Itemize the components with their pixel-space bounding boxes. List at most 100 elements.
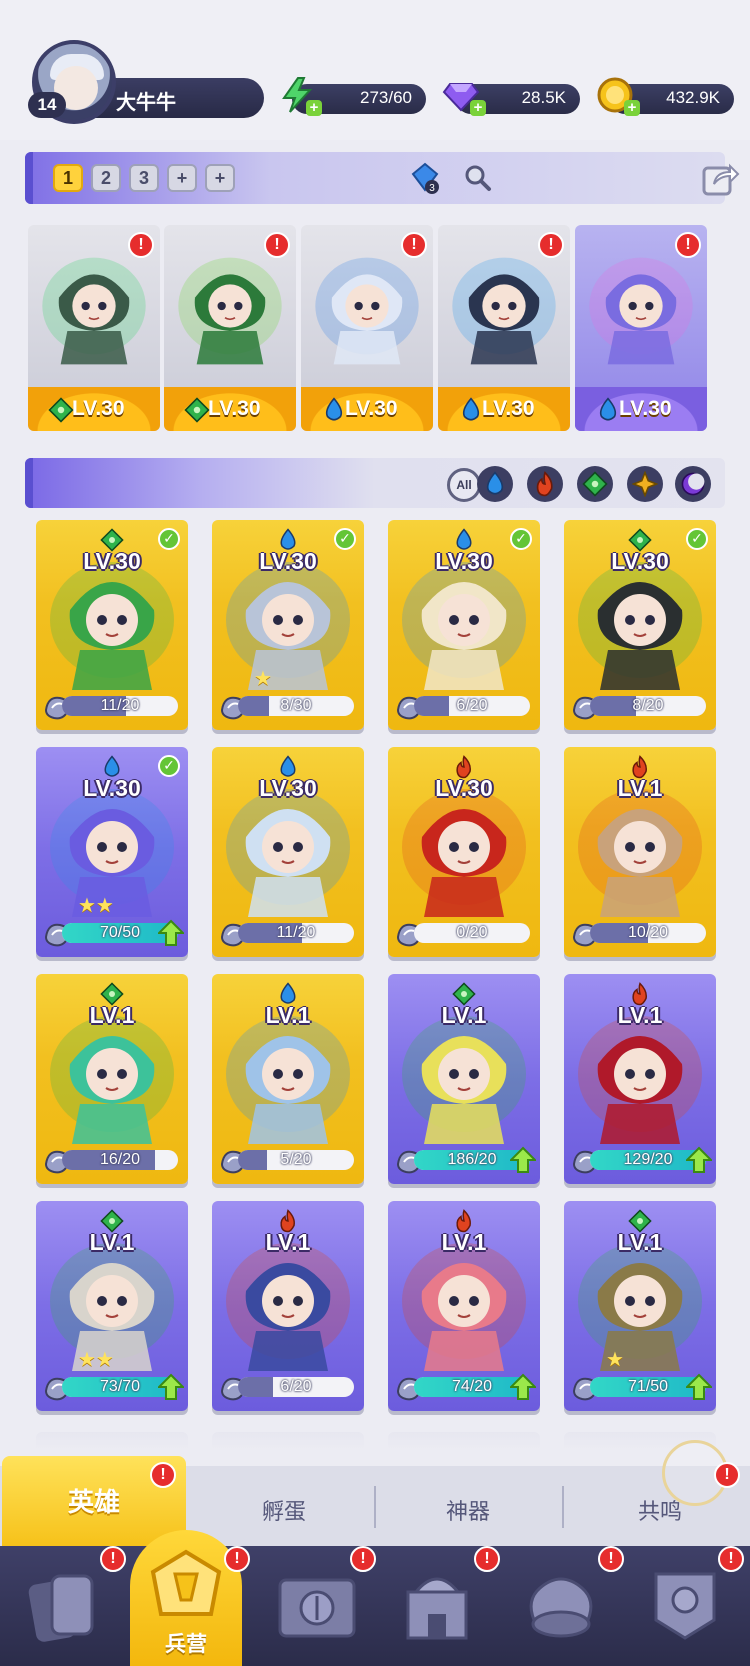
water-gem-icon[interactable]: 3: [410, 162, 440, 194]
hero-card[interactable]: LV.30 11/20: [212, 747, 364, 957]
hero-card[interactable]: LV.30 ✓ ★★ 70/50: [36, 747, 188, 957]
coins-add-button[interactable]: +: [624, 100, 640, 116]
hero-card[interactable]: LV.1 74/20: [388, 1201, 540, 1411]
hero-level: LV.1: [265, 1002, 311, 1028]
team-slot-alert-badge: !: [675, 232, 701, 258]
hero-card[interactable]: LV.1 186/20: [388, 974, 540, 1184]
hero-shard-progress: 10/20: [590, 923, 706, 943]
stamina-add-button[interactable]: +: [306, 100, 322, 116]
player-name-plate[interactable]: 大牛牛: [92, 78, 264, 118]
star-rating-icon: ★★: [78, 1347, 114, 1371]
upgrade-arrow-icon[interactable]: [510, 1146, 536, 1174]
star-rating-icon: ★: [254, 666, 272, 690]
filter-light-button[interactable]: [627, 466, 663, 502]
hero-card[interactable]: LV.1 6/20: [212, 1201, 364, 1411]
nav-barracks[interactable]: 兵营: [130, 1530, 242, 1666]
cards-icon[interactable]: [18, 1560, 108, 1650]
hero-card[interactable]: LV.1 5/20: [212, 974, 364, 1184]
filter-dark-button[interactable]: [675, 466, 711, 502]
next-row-hint: [36, 1432, 188, 1450]
team-slot-alert-badge: !: [264, 232, 290, 258]
hero-level: LV.30: [611, 548, 669, 574]
next-row-hint: [212, 1432, 364, 1450]
in-team-check-icon: ✓: [158, 755, 180, 777]
hero-level: LV.30: [83, 548, 141, 574]
team-level-bar: LV.30: [438, 387, 570, 431]
tab-hatch[interactable]: 孵蛋: [194, 1494, 374, 1526]
resonance-alert-badge: !: [714, 1462, 740, 1488]
team-tab-add[interactable]: +: [205, 164, 235, 192]
stamina-resource[interactable]: + 273/60: [282, 77, 426, 116]
upgrade-arrow-icon[interactable]: [686, 1146, 712, 1174]
hero-card[interactable]: LV.1 ★★ 73/70: [36, 1201, 188, 1411]
barracks-icon: [150, 1549, 222, 1616]
hero-shard-count: 8/20: [632, 697, 664, 714]
nav-map-alert-badge: !: [350, 1546, 376, 1572]
banner-icon[interactable]: [640, 1560, 730, 1650]
hero-level: LV.1: [89, 1229, 135, 1255]
gems-add-button[interactable]: +: [470, 100, 486, 116]
light-element-icon: [632, 471, 658, 497]
team-level-bar: LV.30: [301, 387, 433, 431]
upgrade-arrow-icon[interactable]: [510, 1373, 536, 1401]
filter-fire-button[interactable]: [527, 466, 563, 502]
tab-heroes-label: 英雄: [67, 1488, 120, 1518]
tab-artifacts[interactable]: 神器: [378, 1494, 558, 1526]
hero-card[interactable]: LV.1 16/20: [36, 974, 188, 1184]
hero-card[interactable]: LV.30 0/20: [388, 747, 540, 957]
filter-earth-button[interactable]: [577, 466, 613, 502]
team-tab-2[interactable]: 2: [91, 164, 121, 192]
in-team-check-icon: ✓: [158, 528, 180, 550]
team-level-bar: LV.30: [164, 387, 296, 431]
team-bar: 1 2 3 + + 3: [25, 152, 740, 204]
in-team-check-icon: ✓: [334, 528, 356, 550]
share-icon[interactable]: [700, 158, 740, 198]
hero-card[interactable]: LV.30 ✓ 6/20: [388, 520, 540, 730]
hero-shard-count: 6/20: [280, 1378, 312, 1395]
coins-resource[interactable]: + 432.9K: [597, 77, 734, 116]
hero-card[interactable]: LV.30 ✓ 8/20: [564, 520, 716, 730]
hero-shard-count: 0/20: [456, 924, 488, 941]
hero-shard-count: 6/20: [456, 697, 488, 714]
upgrade-arrow-icon[interactable]: [686, 1373, 712, 1401]
gems-resource[interactable]: + 28.5K: [442, 83, 580, 116]
team-hero-level: LV.30: [72, 397, 125, 420]
team-tab-3[interactable]: 3: [129, 164, 159, 192]
hero-level: LV.30: [435, 775, 493, 801]
player-level-badge: 14: [28, 92, 66, 118]
filter-all-button[interactable]: All: [447, 468, 481, 502]
water-element-icon: [462, 397, 480, 421]
team-tab-add[interactable]: +: [167, 164, 197, 192]
team-bar-edge: [25, 152, 33, 204]
stamina-value: 273/60: [360, 88, 412, 107]
filter-bar-edge: [25, 458, 33, 508]
hero-card[interactable]: LV.30 ✓ ★ 8/30: [212, 520, 364, 730]
hero-card[interactable]: LV.1 ★ 71/50: [564, 1201, 716, 1411]
hero-level: LV.1: [617, 1229, 663, 1255]
earth-element-icon: [184, 397, 210, 423]
team-hero-level: LV.30: [345, 397, 398, 420]
upgrade-arrow-icon[interactable]: [158, 919, 184, 947]
map-icon[interactable]: [272, 1560, 362, 1650]
nav-barracks-alert-badge: !: [224, 1546, 250, 1572]
nav-banner-alert-badge: !: [718, 1546, 744, 1572]
water-element-icon: [486, 471, 504, 495]
hero-card[interactable]: LV.30 ✓ 11/20: [36, 520, 188, 730]
hero-card[interactable]: LV.1 129/20: [564, 974, 716, 1184]
hero-shard-progress: 11/20: [238, 923, 354, 943]
search-icon[interactable]: [462, 162, 492, 192]
fire-element-icon: [536, 471, 553, 497]
castle-icon[interactable]: [392, 1560, 482, 1650]
hero-shard-progress: 8/30: [238, 696, 354, 716]
nav-castle-alert-badge: !: [474, 1546, 500, 1572]
hero-level: LV.1: [441, 1229, 487, 1255]
hero-card[interactable]: LV.1 10/20: [564, 747, 716, 957]
team-tab-1[interactable]: 1: [53, 164, 83, 192]
filter-water-button[interactable]: [477, 466, 513, 502]
tab-resonance[interactable]: 共鸣: [570, 1494, 750, 1526]
hero-shard-count: 8/30: [280, 697, 312, 714]
upgrade-arrow-icon[interactable]: [158, 1373, 184, 1401]
earth-element-icon: [582, 471, 608, 497]
hero-level: LV.1: [265, 1229, 311, 1255]
guild-icon[interactable]: [516, 1560, 606, 1650]
